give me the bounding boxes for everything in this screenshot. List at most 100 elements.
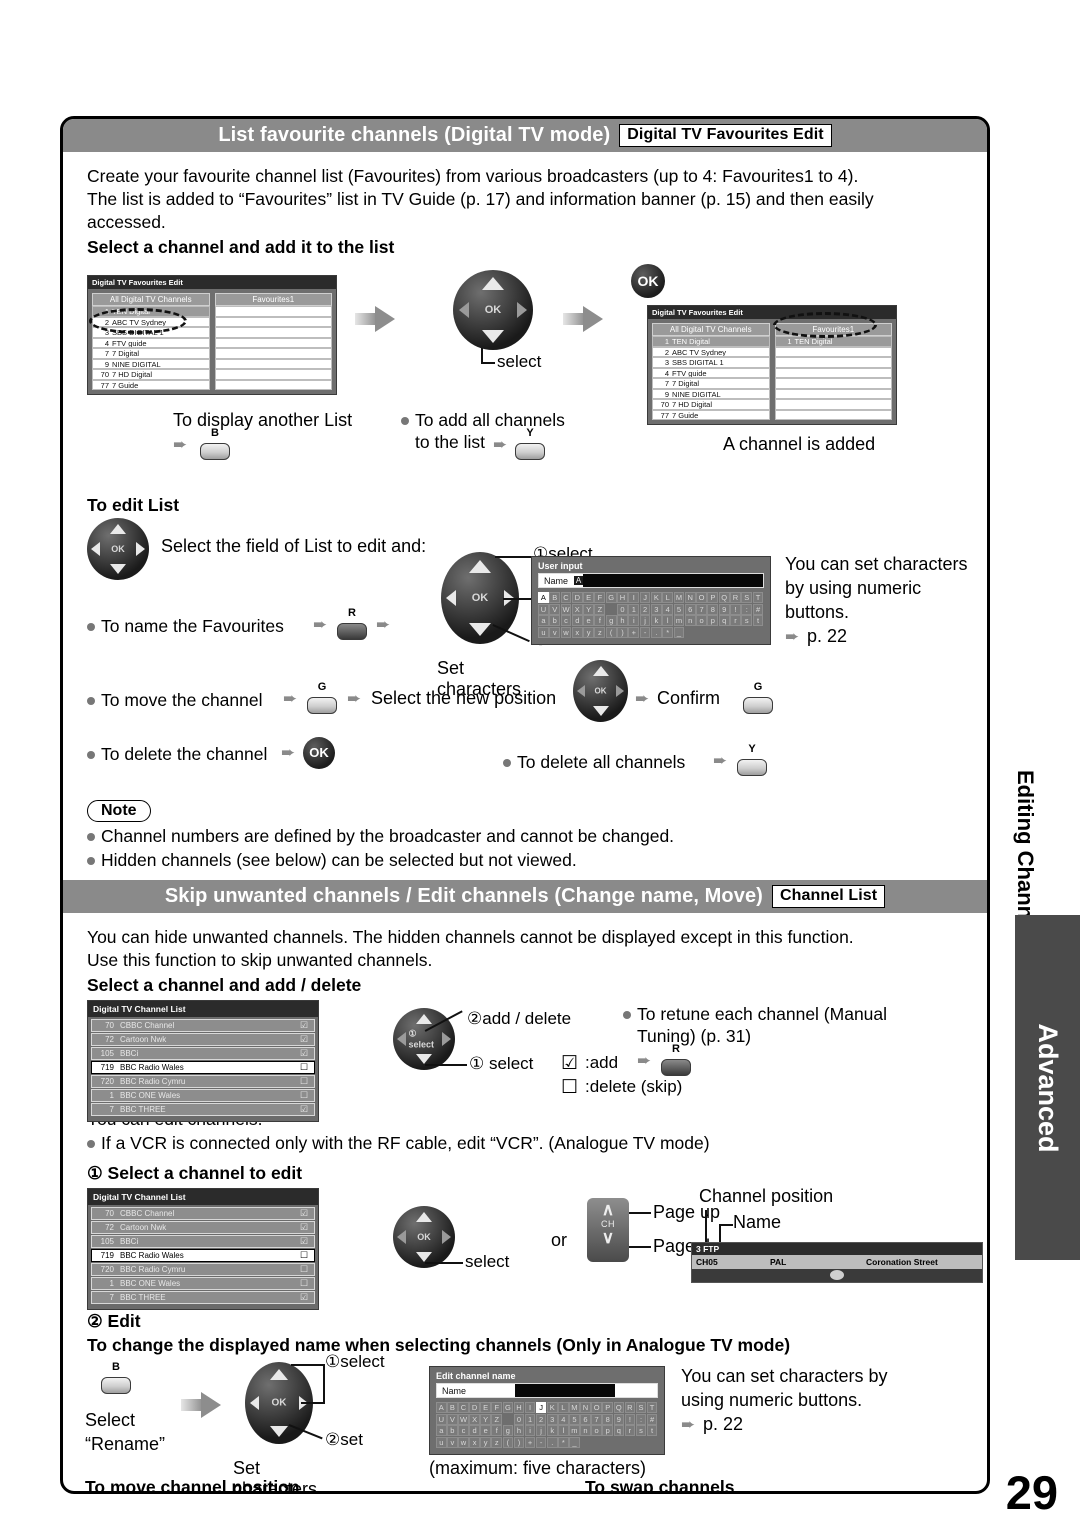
keyboard-key[interactable]: p <box>602 1425 613 1436</box>
blue-button-2-pad[interactable] <box>101 1377 131 1394</box>
keyboard-key[interactable]: Y <box>583 603 594 615</box>
keyboard-key[interactable]: L <box>558 1402 569 1413</box>
keyboard-key[interactable]: Z <box>491 1413 503 1425</box>
arrow-down-icon[interactable] <box>482 329 504 343</box>
cursor-pad-2[interactable]: OK <box>87 518 149 580</box>
arrow-down-icon[interactable] <box>416 1252 432 1263</box>
keyboard-key[interactable]: C <box>458 1402 469 1413</box>
keyboard-key[interactable]: m <box>569 1425 580 1436</box>
arrow-right-icon[interactable] <box>517 302 528 318</box>
keyboard-key[interactable]: Q <box>718 592 730 603</box>
keyboard-key[interactable]: V <box>447 1413 458 1425</box>
keyboard-key[interactable]: a <box>538 615 549 626</box>
osd-channel-row[interactable] <box>774 399 892 410</box>
keyboard-key[interactable]: e <box>480 1425 491 1436</box>
keyboard-key[interactable]: m <box>673 615 685 626</box>
keyboard-key[interactable]: 6 <box>684 603 696 615</box>
checked-checkbox-icon[interactable]: ☑ <box>294 1236 314 1247</box>
keyboard-key[interactable]: N <box>684 592 696 603</box>
red-button-2[interactable]: R <box>659 1043 693 1076</box>
yellow-button-2[interactable]: Y <box>735 743 769 776</box>
osd-channel-row[interactable] <box>214 379 332 390</box>
keyboard-key[interactable]: Z <box>594 603 606 615</box>
keyboard-key[interactable]: E <box>583 592 594 603</box>
keyboard-key[interactable]: b <box>549 615 561 626</box>
ok-center-label[interactable]: OK <box>417 1232 431 1242</box>
keyboard-key[interactable]: V <box>549 603 561 615</box>
keyboard-key[interactable]: Y <box>480 1413 491 1425</box>
arrow-up-icon[interactable] <box>416 1013 432 1024</box>
keyboard-key[interactable]: - <box>639 626 651 638</box>
ok-center-label[interactable]: ① select <box>409 1029 440 1050</box>
osd-channel-row[interactable]: 4 FTV guide <box>652 367 770 378</box>
keyboard-key[interactable]: H <box>617 592 628 603</box>
osd-channel-row[interactable]: 2 ABC TV Sydney <box>652 346 770 357</box>
keyboard-key[interactable]: G <box>502 1402 514 1413</box>
keyboard-key[interactable]: w <box>458 1436 469 1448</box>
unchecked-checkbox-icon[interactable]: ☐ <box>294 1076 314 1087</box>
keyboard-key[interactable]: h <box>513 1425 525 1436</box>
arrow-down-icon[interactable] <box>416 1054 432 1065</box>
ok-center-label[interactable]: OK <box>485 304 502 316</box>
keyboard-key[interactable]: ) <box>513 1436 525 1448</box>
osd-channel-row[interactable] <box>774 378 892 389</box>
checked-checkbox-icon[interactable]: ☑ <box>294 1020 314 1031</box>
keyboard-key[interactable]: 2 <box>535 1413 547 1425</box>
cursor-pad-5[interactable]: ① select <box>393 1008 455 1070</box>
keyboard-key[interactable]: _ <box>673 626 685 638</box>
keyboard-key[interactable]: c <box>458 1425 469 1436</box>
channel-list-row[interactable]: 720 BBC Radio Cymru ☐ <box>91 1075 315 1088</box>
keyboard-key[interactable]: S <box>741 592 753 603</box>
keyboard-key[interactable]: n <box>684 615 696 626</box>
keyboard-key[interactable]: 9 <box>718 603 730 615</box>
keyboard-key[interactable]: M <box>569 1402 580 1413</box>
ok-button-delete[interactable]: OK <box>303 737 335 769</box>
arrow-right-icon[interactable] <box>616 685 625 697</box>
green-button-2-pad[interactable] <box>743 697 773 714</box>
keyboard-key[interactable]: 3 <box>650 603 662 615</box>
osd-channel-row[interactable] <box>214 327 332 338</box>
arrow-down-icon[interactable] <box>469 622 491 636</box>
keyboard-key[interactable]: f <box>491 1425 503 1436</box>
osd-channel-row[interactable] <box>214 358 332 369</box>
keyboard-key[interactable]: 3 <box>546 1413 558 1425</box>
keyboard-key[interactable]: K <box>546 1402 558 1413</box>
keyboard-key[interactable]: t <box>646 1425 658 1436</box>
osd-channel-row[interactable] <box>774 388 892 399</box>
keyboard-key[interactable]: k <box>650 615 662 626</box>
keyboard-key[interactable]: f <box>594 615 606 626</box>
keyboard-key[interactable]: O <box>591 1402 602 1413</box>
page-up-icon[interactable]: ∧ <box>587 1201 629 1219</box>
keyboard-key[interactable]: B <box>549 592 561 603</box>
unchecked-checkbox-icon[interactable]: ☐ <box>294 1090 314 1101</box>
keyboard-key[interactable]: : <box>741 603 753 615</box>
keyboard-key[interactable]: j <box>639 615 651 626</box>
keyboard-key[interactable]: . <box>546 1436 558 1448</box>
green-button-1[interactable]: G <box>305 681 339 714</box>
keyboard-key[interactable]: 0 <box>513 1413 525 1425</box>
ok-center-label[interactable]: OK <box>595 687 607 696</box>
arrow-up-icon[interactable] <box>469 560 491 574</box>
keyboard-key[interactable]: J <box>535 1402 547 1413</box>
page-down-icon[interactable]: ∨ <box>587 1229 629 1247</box>
keyboard-key[interactable]: 7 <box>696 603 707 615</box>
keyboard-key[interactable]: K <box>650 592 662 603</box>
keyboard-key[interactable]: o <box>696 615 707 626</box>
keyboard-key[interactable]: r <box>730 615 741 626</box>
keyboard-key[interactable]: v <box>447 1436 458 1448</box>
osd-channel-row[interactable] <box>214 337 332 348</box>
keyboard-key[interactable]: + <box>628 626 640 638</box>
keyboard-key[interactable]: P <box>707 592 719 603</box>
osd-channel-row[interactable]: 70 7 HD Digital <box>652 399 770 410</box>
yellow-button-1-pad[interactable] <box>515 443 545 460</box>
blue-button-2[interactable]: B <box>99 1361 133 1394</box>
keyboard-key[interactable]: 4 <box>662 603 674 615</box>
checked-checkbox-icon[interactable]: ☑ <box>294 1034 314 1045</box>
red-button-1[interactable]: R <box>335 607 369 640</box>
keyboard-key[interactable]: # <box>752 603 764 615</box>
checked-checkbox-icon[interactable]: ☑ <box>294 1222 314 1233</box>
keyboard-key[interactable]: w <box>560 626 572 638</box>
yellow-button-1[interactable]: Y <box>513 427 547 460</box>
keyboard-key[interactable]: P <box>602 1402 613 1413</box>
arrow-left-icon[interactable] <box>446 590 457 606</box>
